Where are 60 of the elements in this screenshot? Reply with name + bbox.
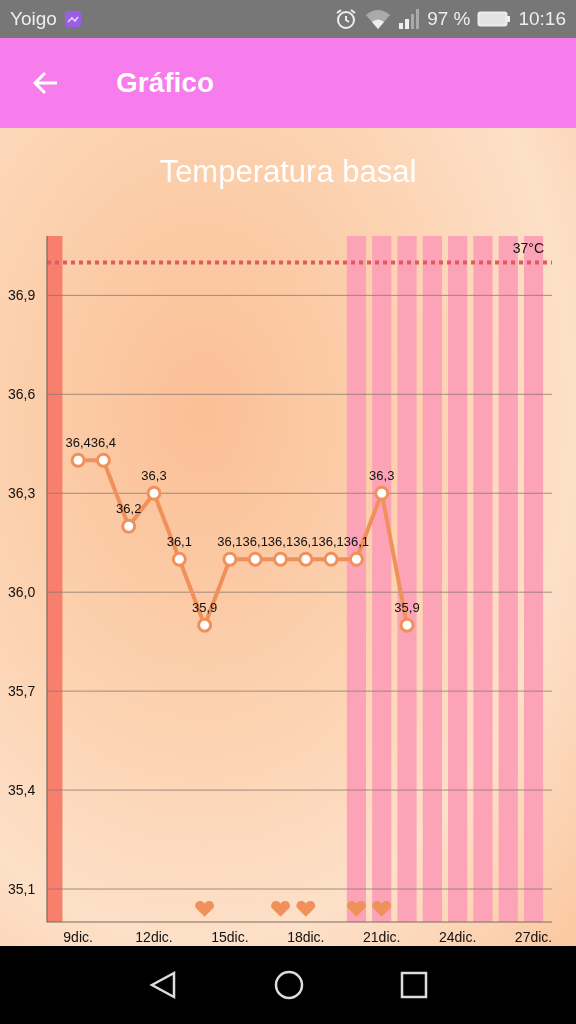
data-point — [222, 551, 238, 567]
data-label: 36,4 — [90, 435, 117, 451]
chart-title: Temperatura basal — [158, 153, 418, 191]
data-point — [273, 551, 288, 567]
data-point — [399, 617, 415, 633]
heart-icon — [271, 900, 290, 917]
axis-label: 18dic. — [287, 929, 325, 945]
data-label: 36,1 — [267, 534, 294, 550]
data-point — [374, 485, 390, 501]
signal-icon — [398, 8, 421, 30]
axis-label: 36,3 — [8, 485, 36, 502]
axis-label: 21dic. — [363, 929, 401, 945]
carrier-name: Yoigo — [10, 8, 57, 30]
axis-label: 35,4 — [8, 782, 36, 799]
data-point — [348, 551, 364, 567]
app-notification-icon — [63, 10, 82, 28]
axis-label: 36,0 — [8, 584, 36, 601]
home-icon[interactable] — [274, 970, 304, 1000]
data-point — [70, 452, 86, 468]
data-label: 36,2 — [116, 501, 142, 517]
axis-label: 36,9 — [8, 287, 36, 304]
data-point — [146, 485, 162, 501]
data-label: 36,1 — [217, 534, 243, 550]
data-label: 36,1 — [343, 534, 370, 550]
data-label: 36,3 — [141, 468, 167, 484]
data-point — [298, 551, 314, 567]
data-label: 36,1 — [242, 534, 268, 550]
battery-percent: 97 % — [427, 8, 471, 30]
data-point — [247, 551, 263, 567]
heart-icon — [347, 900, 366, 917]
data-label: 35,9 — [191, 600, 218, 616]
recent-apps-icon[interactable] — [400, 971, 428, 999]
axis-label: 35,7 — [8, 683, 36, 700]
data-label: 36,1 — [318, 534, 344, 550]
heart-icon — [195, 900, 215, 917]
data-point — [95, 452, 111, 468]
data-label: 36,4 — [65, 435, 91, 451]
data-label: 36,1 — [293, 534, 319, 550]
screen-title: Gráfico — [116, 67, 215, 99]
battery-icon — [477, 10, 512, 28]
axis-label: 12dic. — [135, 929, 173, 945]
data-label: 36,1 — [166, 534, 192, 550]
axis-label: 9dic. — [63, 929, 93, 945]
axis-label: 27dic. — [514, 929, 553, 945]
data-point — [171, 551, 187, 567]
axis-label: 36,6 — [8, 386, 36, 403]
wifi-icon — [365, 8, 392, 30]
heart-icon — [296, 900, 316, 917]
axis-label: 15dic. — [211, 929, 249, 945]
axis-label: 35,1 — [8, 881, 36, 897]
clock-time: 10:16 — [518, 8, 566, 30]
data-point — [197, 617, 213, 633]
threshold-label: 37°C — [512, 240, 544, 257]
back-icon[interactable] — [148, 970, 178, 1000]
data-label: 36,3 — [369, 468, 395, 484]
data-point — [121, 518, 137, 534]
data-label: 35,9 — [394, 600, 420, 616]
heart-icon — [372, 900, 392, 917]
data-point — [323, 551, 339, 567]
axis-label: 24dic. — [438, 929, 477, 945]
